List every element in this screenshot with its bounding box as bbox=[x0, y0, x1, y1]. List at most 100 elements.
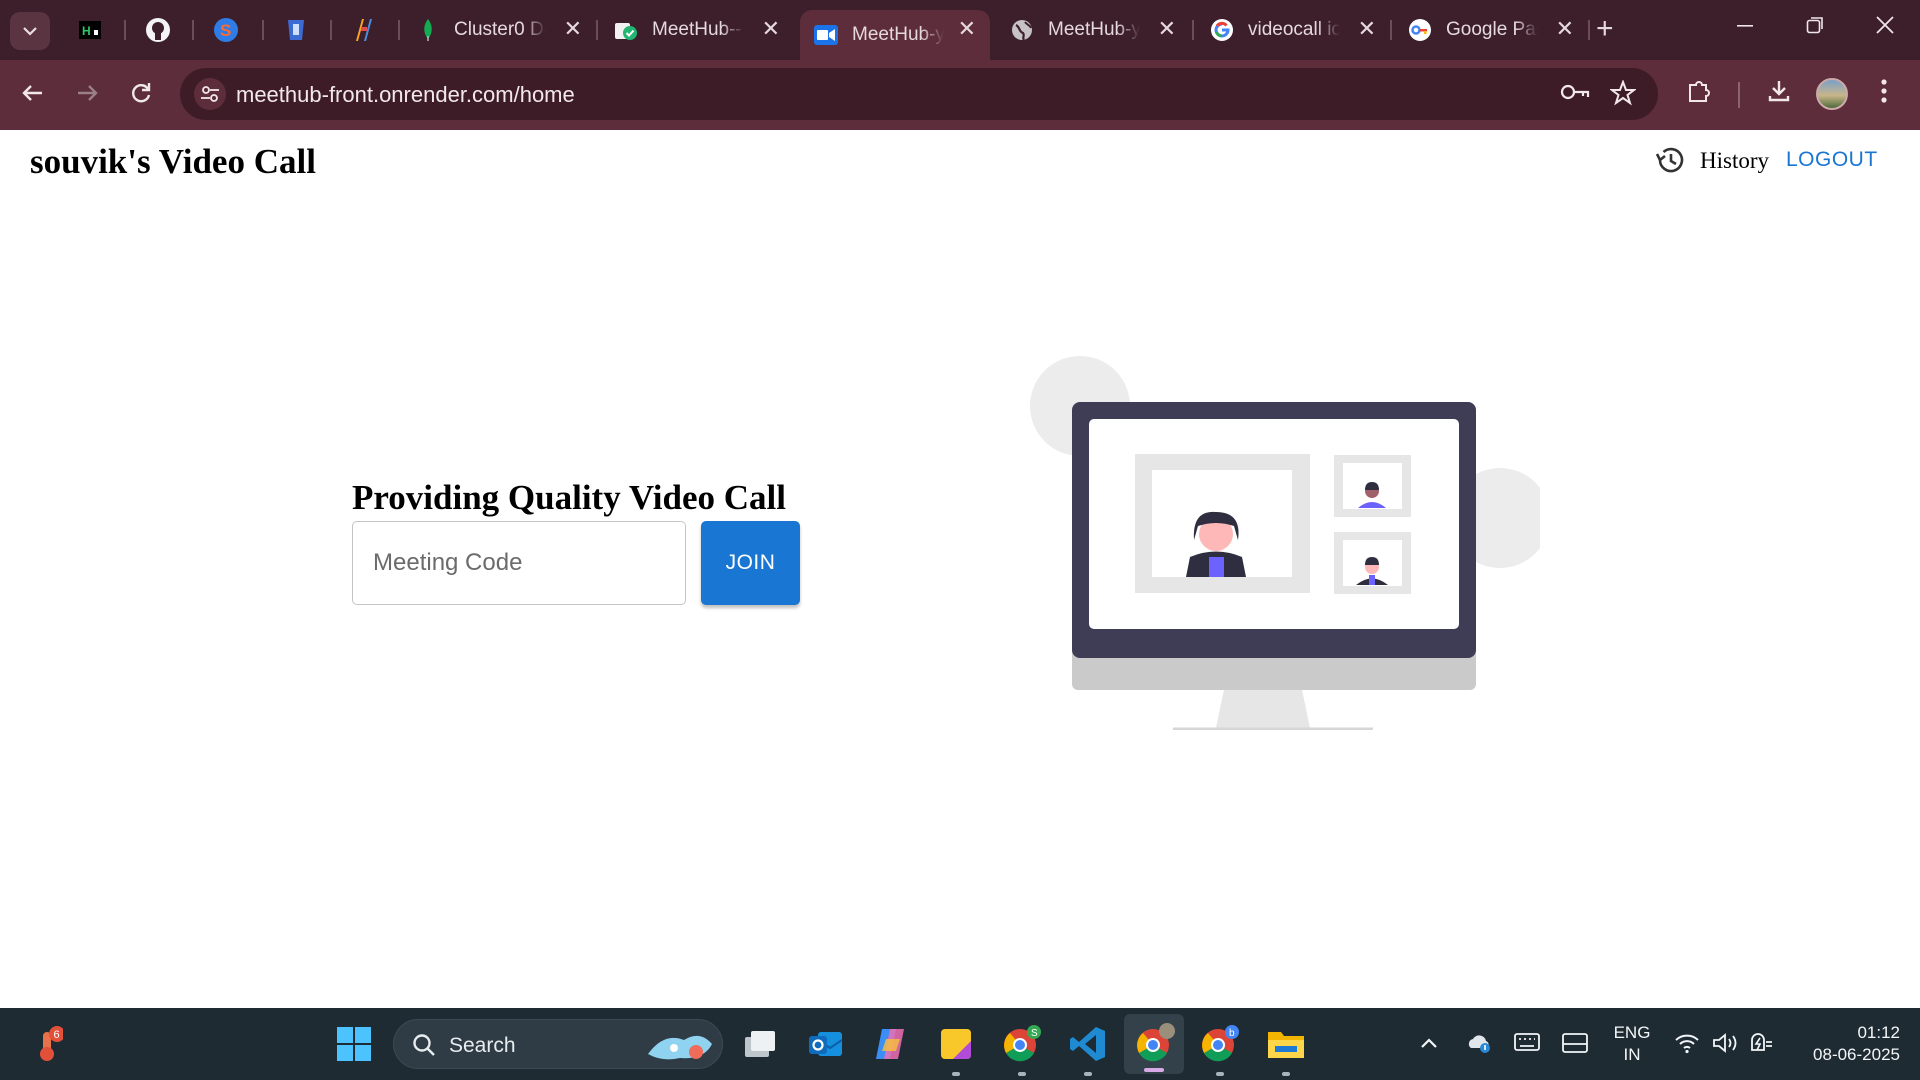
windows-logo-icon bbox=[337, 1027, 371, 1061]
weather-badge-count: 6 bbox=[54, 1029, 60, 1041]
profile-avatar[interactable] bbox=[1816, 78, 1848, 110]
password-key-icon[interactable] bbox=[1560, 80, 1590, 111]
kebab-menu-icon[interactable] bbox=[1880, 78, 1888, 111]
pinned-tab-bootstrap[interactable] bbox=[280, 14, 312, 46]
tab-meethub-active[interactable]: MeetHub-y ✕ bbox=[800, 10, 990, 60]
show-hidden-icons-chevron-up-icon[interactable] bbox=[1420, 1032, 1438, 1055]
pinned-tab-hackerrank[interactable]: H bbox=[74, 14, 106, 46]
restore-button[interactable] bbox=[1806, 14, 1824, 40]
address-bar[interactable]: meethub-front.onrender.com/home bbox=[180, 68, 1658, 120]
close-window-button[interactable] bbox=[1876, 14, 1894, 40]
svg-text:S: S bbox=[220, 21, 231, 40]
close-icon[interactable]: ✕ bbox=[1556, 18, 1574, 40]
outlook-icon bbox=[809, 1032, 843, 1056]
chrome-icon: b bbox=[1202, 1025, 1239, 1062]
close-icon[interactable]: ✕ bbox=[762, 18, 780, 40]
running-indicator bbox=[952, 1072, 960, 1076]
running-indicator bbox=[1018, 1072, 1026, 1076]
taskbar-file-explorer[interactable] bbox=[1266, 1024, 1306, 1076]
render-icon bbox=[614, 18, 638, 42]
minimize-icon bbox=[1737, 25, 1753, 27]
pinned-tab-figma[interactable] bbox=[348, 14, 380, 46]
back-button[interactable] bbox=[20, 80, 46, 112]
taskbar-chrome-active[interactable] bbox=[1124, 1014, 1184, 1074]
download-icon[interactable] bbox=[1766, 78, 1792, 111]
taskbar-task-view[interactable] bbox=[740, 1024, 780, 1064]
logout-button[interactable]: LOGOUT bbox=[1786, 148, 1878, 172]
chrome-icon: S bbox=[1004, 1025, 1041, 1062]
app-brand-title: souvik's Video Call bbox=[30, 142, 316, 181]
tab-divider bbox=[398, 20, 400, 40]
tab-divider bbox=[124, 20, 126, 40]
tab-divider bbox=[1192, 20, 1194, 40]
tab-videocall-icon-search[interactable]: videocall ic ✕ bbox=[1196, 10, 1390, 50]
tab-search-button[interactable] bbox=[10, 12, 50, 50]
clock-date: 08-06-2025 bbox=[1813, 1045, 1900, 1064]
taskbar-vscode[interactable] bbox=[1068, 1024, 1108, 1076]
restore-icon bbox=[1806, 17, 1823, 34]
tab-divider bbox=[330, 20, 332, 40]
pinned-tab-stackblitz[interactable]: S bbox=[210, 14, 242, 46]
taskbar-copilot[interactable] bbox=[870, 1024, 910, 1064]
join-button[interactable]: JOIN bbox=[701, 521, 800, 605]
hackerrank-icon: H bbox=[79, 21, 101, 39]
tab-divider bbox=[192, 20, 194, 40]
reload-icon bbox=[132, 83, 151, 103]
close-icon[interactable]: ✕ bbox=[564, 18, 582, 40]
stackblitz-icon: S bbox=[214, 18, 238, 42]
figma-icon bbox=[356, 19, 372, 41]
forward-button[interactable] bbox=[74, 80, 100, 112]
close-icon[interactable]: ✕ bbox=[1158, 18, 1176, 40]
clock-time: 01:12 bbox=[1857, 1023, 1900, 1042]
url-text[interactable]: meethub-front.onrender.com/home bbox=[236, 82, 575, 108]
meeting-code-input[interactable] bbox=[352, 521, 686, 605]
minimize-button[interactable] bbox=[1736, 14, 1754, 40]
language-indicator[interactable]: ENG IN bbox=[1610, 1022, 1654, 1066]
mongodb-leaf-icon bbox=[416, 18, 440, 42]
vscode-icon bbox=[1070, 1027, 1105, 1061]
tab-cluster0[interactable]: Cluster0 Da ✕ bbox=[402, 10, 596, 50]
start-button[interactable] bbox=[334, 1024, 374, 1064]
tab-meethub-render[interactable]: MeetHub-- ✕ bbox=[600, 10, 794, 50]
history-icon[interactable] bbox=[1654, 144, 1686, 176]
volume-icon[interactable] bbox=[1712, 1032, 1740, 1060]
folder-icon bbox=[1268, 1032, 1304, 1058]
extensions-puzzle-icon[interactable] bbox=[1686, 78, 1712, 111]
wifi-icon[interactable] bbox=[1674, 1032, 1700, 1060]
clock[interactable]: 01:12 08-06-2025 bbox=[1790, 1022, 1900, 1066]
display-icon[interactable] bbox=[1562, 1032, 1588, 1060]
tab-title: videocall ic bbox=[1248, 19, 1340, 40]
chrome-profile-badge-s: S bbox=[1031, 1028, 1038, 1039]
region-code: IN bbox=[1623, 1045, 1641, 1064]
history-link[interactable]: History bbox=[1700, 148, 1769, 174]
toolbar-divider bbox=[1738, 82, 1740, 108]
tab-title: Google Pas bbox=[1446, 19, 1538, 40]
bookmark-star-icon[interactable] bbox=[1609, 79, 1637, 113]
pinned-tab-github[interactable] bbox=[142, 14, 174, 46]
windows-taskbar: 6 Search S b ENG IN 01:12 08-06-2025 bbox=[0, 1008, 1920, 1080]
browser-toolbar: meethub-front.onrender.com/home bbox=[0, 60, 1920, 130]
battery-charging-icon[interactable] bbox=[1748, 1032, 1776, 1060]
new-tab-button[interactable]: + bbox=[1596, 14, 1614, 44]
tab-meethub-globe[interactable]: MeetHub-y ✕ bbox=[996, 10, 1190, 50]
main-person-shirt bbox=[1209, 557, 1224, 577]
tab-divider bbox=[262, 20, 264, 40]
keyboard-icon[interactable] bbox=[1514, 1032, 1540, 1058]
taskbar-chrome-profile-s[interactable]: S bbox=[1002, 1024, 1042, 1076]
taskbar-outlook[interactable] bbox=[806, 1024, 846, 1064]
tab-title: Cluster0 Da bbox=[454, 19, 546, 40]
onedrive-cloud-icon[interactable] bbox=[1466, 1032, 1492, 1060]
search-highlight-art-icon bbox=[648, 1035, 712, 1060]
taskbar-search[interactable]: Search bbox=[393, 1019, 723, 1069]
weather-widget[interactable]: 6 bbox=[28, 1024, 68, 1064]
taskbar-sticky-notes[interactable] bbox=[936, 1024, 976, 1076]
close-icon[interactable]: ✕ bbox=[958, 18, 976, 40]
reload-button[interactable] bbox=[128, 80, 154, 112]
chrome-profile-badge-b: b bbox=[1229, 1028, 1235, 1039]
site-info-button[interactable] bbox=[194, 78, 226, 110]
active-indicator bbox=[1144, 1068, 1164, 1072]
tab-google-password[interactable]: Google Pas ✕ bbox=[1394, 10, 1588, 50]
close-icon bbox=[1876, 16, 1894, 34]
taskbar-chrome-profile-b[interactable]: b bbox=[1200, 1024, 1240, 1076]
close-icon[interactable]: ✕ bbox=[1358, 18, 1376, 40]
